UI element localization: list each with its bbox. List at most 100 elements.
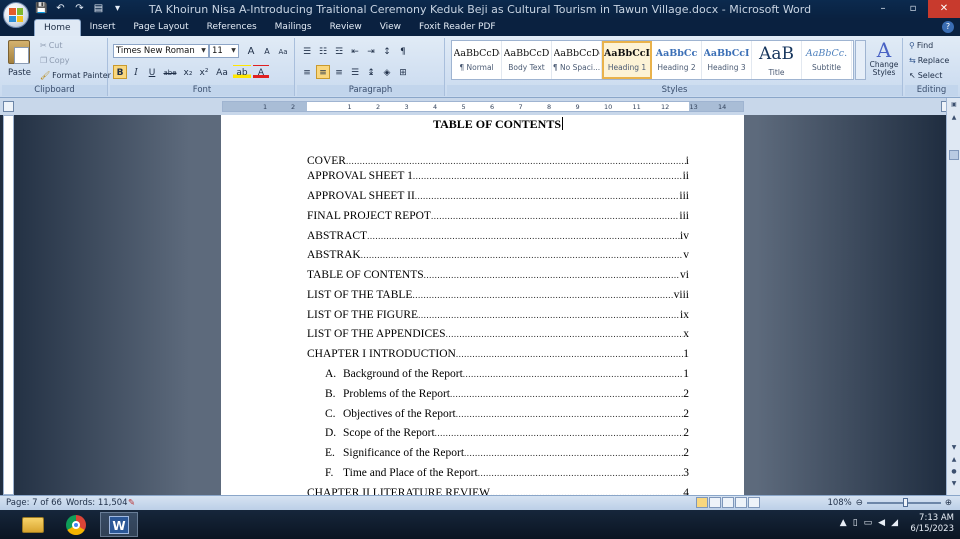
- vertical-ruler[interactable]: [3, 115, 14, 495]
- minimize-button[interactable]: –: [868, 0, 898, 18]
- draft-icon[interactable]: [748, 497, 760, 508]
- style-heading-1[interactable]: AaBbCcI Heading 1: [602, 41, 652, 79]
- bullets-icon[interactable]: ☰: [300, 44, 314, 58]
- toc-entry[interactable]: A. Background of the Report..............…: [307, 368, 689, 383]
- web-layout-icon[interactable]: [722, 497, 734, 508]
- word-taskbar-icon[interactable]: W: [100, 512, 138, 537]
- copy-button[interactable]: ❐ Copy: [40, 56, 69, 65]
- outline-icon[interactable]: [735, 497, 747, 508]
- cut-button[interactable]: ✂ Cut: [40, 41, 63, 50]
- previous-page-icon[interactable]: ▲: [949, 456, 959, 466]
- show-marks-button[interactable]: ¶: [396, 44, 410, 58]
- toc-entry[interactable]: E. Significance of the Report............…: [307, 447, 689, 462]
- justify-icon[interactable]: ☰: [348, 65, 362, 79]
- file-explorer-icon[interactable]: [14, 512, 52, 537]
- zoom-slider-knob[interactable]: [902, 498, 908, 507]
- scroll-up-icon[interactable]: ▲: [949, 114, 959, 124]
- chrome-icon[interactable]: [57, 512, 95, 537]
- help-icon[interactable]: ?: [942, 21, 954, 33]
- style-no-spaci[interactable]: AaBbCcDc ¶ No Spaci...: [552, 41, 602, 79]
- superscript-button[interactable]: x²: [197, 65, 211, 79]
- tab-view[interactable]: View: [371, 19, 410, 36]
- font-name-select[interactable]: Times New Roman ▼: [113, 44, 209, 58]
- toc-entry[interactable]: LIST OF THE APPENDICES..................…: [307, 328, 689, 343]
- highlight-button[interactable]: ab: [233, 65, 251, 79]
- change-styles-button[interactable]: A Change Styles: [868, 39, 900, 77]
- increase-indent-icon[interactable]: ⇥: [364, 44, 378, 58]
- toc-entry[interactable]: FINAL PROJECT REPOT.....................…: [307, 210, 689, 225]
- toc-entry[interactable]: F. Time and Place of the Report..........…: [307, 467, 689, 482]
- paste-button[interactable]: Paste: [8, 40, 31, 78]
- scroll-down-icon[interactable]: ▼: [949, 444, 959, 454]
- save-icon[interactable]: 💾: [34, 2, 49, 16]
- strikethrough-button[interactable]: abe: [161, 65, 179, 79]
- print-layout-icon[interactable]: [696, 497, 708, 508]
- replace-button[interactable]: ⇆ Replace: [909, 56, 949, 65]
- underline-button[interactable]: U: [145, 65, 159, 79]
- change-case-button[interactable]: Aa: [213, 65, 231, 79]
- wifi-icon[interactable]: ◢: [891, 518, 898, 528]
- toc-entry[interactable]: APPROVAL SHEET II.......................…: [307, 190, 689, 205]
- toc-entry[interactable]: ABSTRACT................................…: [307, 230, 689, 245]
- toc-heading[interactable]: TABLE OF CONTENTS: [307, 117, 689, 132]
- font-color-button[interactable]: A: [253, 65, 269, 79]
- toc-entry[interactable]: COVER...................................…: [307, 155, 689, 170]
- page-count[interactable]: Page: 7 of 66: [6, 498, 62, 508]
- toc-entry[interactable]: ABSTRAK.................................…: [307, 249, 689, 264]
- zoom-level[interactable]: 108%: [827, 498, 851, 508]
- bold-button[interactable]: B: [113, 65, 127, 79]
- select-button[interactable]: ↖ Select: [909, 71, 942, 80]
- vertical-scrollbar[interactable]: ▣ ▲ ▼ ▲ ● ▼: [946, 98, 960, 495]
- style-title[interactable]: AaB Title: [752, 41, 802, 79]
- style-normal[interactable]: AaBbCcDc ¶ Normal: [452, 41, 502, 79]
- tab-page-layout[interactable]: Page Layout: [124, 19, 197, 36]
- horizontal-ruler[interactable]: 12123456789101112131415: [222, 101, 744, 112]
- next-page-icon[interactable]: ▼: [949, 480, 959, 490]
- scroll-thumb[interactable]: [949, 150, 959, 160]
- toc-entry[interactable]: TABLE OF CONTENTS.......................…: [307, 269, 689, 284]
- toc-entry[interactable]: LIST OF THE TABLE.......................…: [307, 289, 689, 304]
- tab-mailings[interactable]: Mailings: [266, 19, 321, 36]
- style-subtitle[interactable]: AaBbCc. Subtitle: [802, 41, 852, 79]
- grow-font-button[interactable]: A: [244, 44, 258, 58]
- borders-icon[interactable]: ⊞: [396, 65, 410, 79]
- subscript-button[interactable]: x₂: [181, 65, 195, 79]
- full-screen-reading-icon[interactable]: [709, 497, 721, 508]
- toc-entry[interactable]: LIST OF THE FIGURE......................…: [307, 309, 689, 324]
- zoom-out-icon[interactable]: ⊖: [856, 498, 863, 508]
- proofing-icon[interactable]: ✎: [128, 498, 135, 508]
- toc-entry[interactable]: APPROVAL SHEET 1........................…: [307, 170, 689, 185]
- clock[interactable]: 7:13 AM 6/15/2023: [910, 513, 954, 535]
- sort-icon[interactable]: ↕: [380, 44, 394, 58]
- find-button[interactable]: ⚲ Find: [909, 41, 933, 50]
- browse-object-icon[interactable]: ●: [949, 468, 959, 478]
- gallery-scroll[interactable]: [855, 40, 866, 80]
- shrink-font-button[interactable]: A: [260, 44, 274, 58]
- tab-home[interactable]: Home: [34, 19, 81, 36]
- italic-button[interactable]: I: [129, 65, 143, 79]
- zoom-slider[interactable]: [866, 498, 941, 507]
- ruler-toggle-icon[interactable]: ▣: [949, 101, 959, 111]
- style-heading-2[interactable]: AaBbCc Heading 2: [652, 41, 702, 79]
- multilevel-list-icon[interactable]: ☲: [332, 44, 346, 58]
- maximize-button[interactable]: ▫: [898, 0, 928, 18]
- align-right-icon[interactable]: ≡: [332, 65, 346, 79]
- tab-selector[interactable]: [3, 101, 14, 112]
- decrease-indent-icon[interactable]: ⇤: [348, 44, 362, 58]
- tab-insert[interactable]: Insert: [81, 19, 125, 36]
- tab-references[interactable]: References: [198, 19, 266, 36]
- tab-review[interactable]: Review: [321, 19, 371, 36]
- undo-icon[interactable]: ↶: [53, 2, 68, 16]
- line-spacing-icon[interactable]: ↨: [364, 65, 378, 79]
- format-painter-button[interactable]: 🖌 Format Painter: [40, 71, 111, 80]
- document-page[interactable]: TABLE OF CONTENTS COVER.................…: [221, 115, 744, 495]
- style-body-text[interactable]: AaBbCcD Body Text: [502, 41, 552, 79]
- office-button[interactable]: [3, 2, 29, 28]
- network-icon[interactable]: ▭: [864, 518, 873, 528]
- redo-icon[interactable]: ↷: [72, 2, 87, 16]
- toc-entry[interactable]: CHAPTER II LITERATURE REVIEW............…: [307, 487, 689, 495]
- shading-icon[interactable]: ◈: [380, 65, 394, 79]
- volume-icon[interactable]: ◀: [878, 518, 885, 528]
- word-count[interactable]: Words: 11,504: [66, 498, 128, 508]
- toc-entry[interactable]: B. Problems of the Report................…: [307, 388, 689, 403]
